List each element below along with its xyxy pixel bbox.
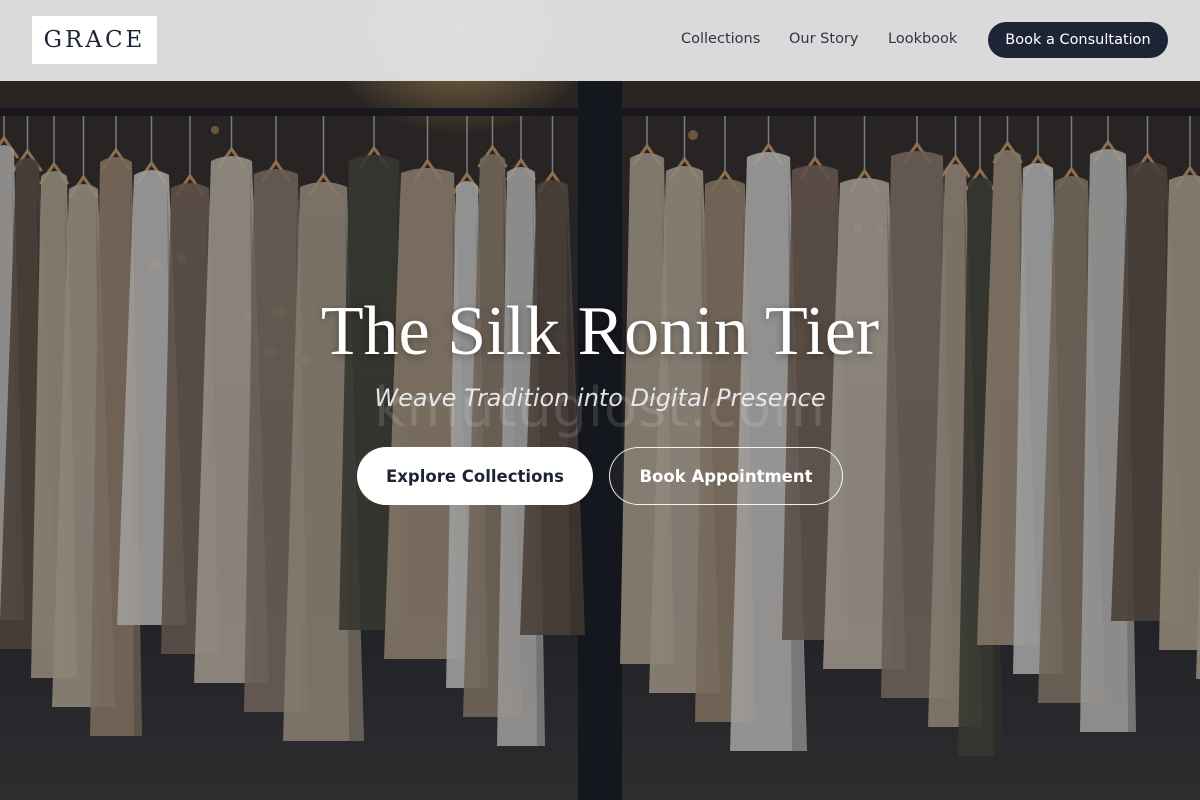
logo[interactable]: GRACE [32, 16, 157, 64]
nav-link-our-story[interactable]: Our Story [789, 31, 858, 47]
explore-collections-button[interactable]: Explore Collections [357, 447, 593, 505]
book-consultation-button[interactable]: Book a Consultation [988, 22, 1168, 58]
hero-subtitle: Weave Tradition into Digital Presence [374, 384, 826, 412]
book-appointment-button[interactable]: Book Appointment [609, 447, 843, 505]
landing-page: GRACE Collections Our Story Lookbook Boo… [0, 0, 1200, 800]
hero-title: The Silk Ronin Tier [320, 293, 880, 370]
nav-link-lookbook[interactable]: Lookbook [888, 31, 957, 47]
site-header: GRACE Collections Our Story Lookbook Boo… [0, 0, 1200, 81]
nav-link-collections[interactable]: Collections [681, 31, 760, 47]
